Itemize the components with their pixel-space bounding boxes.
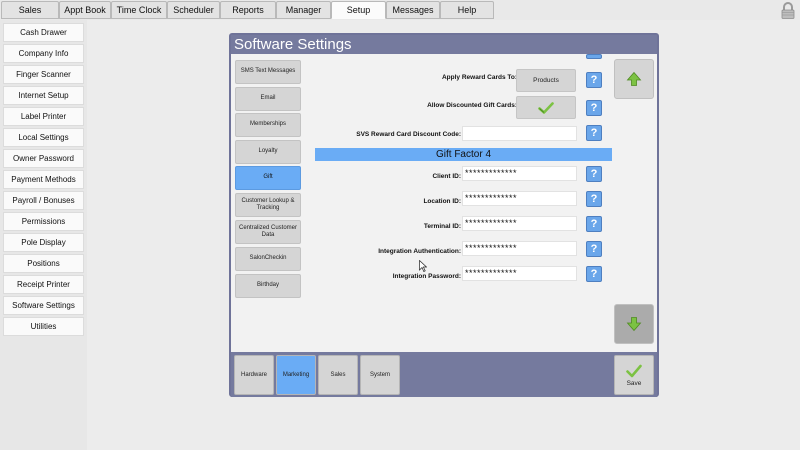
sidebar-item-payment-methods[interactable]: Payment Methods: [3, 170, 84, 189]
help-button[interactable]: ?: [586, 166, 602, 182]
question-mark-icon: ?: [590, 74, 598, 86]
sidebar-item-pole-display[interactable]: Pole Display: [3, 233, 84, 252]
tab-appt-book[interactable]: Appt Book: [59, 1, 111, 19]
category-gift[interactable]: Gift: [235, 166, 301, 190]
integration-password-label: Integration Password:: [392, 273, 461, 280]
bottom-tab-marketing[interactable]: Marketing: [276, 355, 316, 395]
bottom-tab-sales[interactable]: Sales: [318, 355, 358, 395]
help-button[interactable]: ?: [586, 266, 602, 282]
checkmark-icon: [538, 101, 554, 114]
question-mark-icon: ?: [590, 243, 598, 255]
tab-setup[interactable]: Setup: [331, 1, 386, 19]
sidebar-item-positions[interactable]: Positions: [3, 254, 84, 273]
sidebar-item-payroll-bonuses[interactable]: Payroll / Bonuses: [3, 191, 84, 210]
sidebar-item-company-info[interactable]: Company Info: [3, 44, 84, 63]
integration-password-input[interactable]: *************: [462, 266, 577, 281]
scroll-up-button[interactable]: [614, 59, 654, 99]
category-sms-text-messages[interactable]: SMS Text Messages: [235, 60, 301, 84]
software-settings-dialog: Software Settings SMS Text Messages Emai…: [229, 33, 659, 397]
dialog-title: Software Settings: [231, 35, 657, 54]
location-id-input[interactable]: *************: [462, 191, 577, 206]
gift-factor-section-header: Gift Factor 4: [315, 148, 612, 161]
checkmark-icon: [626, 364, 642, 377]
tab-time-clock[interactable]: Time Clock: [111, 1, 167, 19]
integration-authentication-label: Integration Authentication:: [378, 248, 461, 255]
bottom-tab-hardware[interactable]: Hardware: [234, 355, 274, 395]
bottom-tab-system[interactable]: System: [360, 355, 400, 395]
help-button[interactable]: ?: [586, 191, 602, 207]
category-centralized-customer-data[interactable]: Centralized Customer Data: [235, 220, 301, 244]
dialog-body: SMS Text Messages Email Memberships Loya…: [231, 54, 657, 352]
tab-sales[interactable]: Sales: [1, 1, 59, 19]
lock-icon[interactable]: [780, 2, 796, 19]
sidebar-item-software-settings[interactable]: Software Settings: [3, 296, 84, 315]
question-mark-icon: ?: [590, 168, 598, 180]
allow-discounted-gift-cards-toggle[interactable]: [516, 96, 576, 119]
dialog-bottom-bar: Hardware Marketing Sales System Save: [231, 352, 657, 397]
apply-reward-cards-select[interactable]: Products: [516, 69, 576, 92]
help-button[interactable]: [586, 54, 602, 59]
help-button[interactable]: ?: [586, 100, 602, 116]
arrow-up-icon: [626, 71, 642, 86]
help-button[interactable]: ?: [586, 125, 602, 141]
question-mark-icon: ?: [590, 127, 598, 139]
allow-discounted-gift-cards-label: Allow Discounted Gift Cards:: [427, 102, 517, 109]
category-email[interactable]: Email: [235, 87, 301, 111]
client-id-label: Client ID:: [432, 173, 461, 180]
apply-reward-cards-label: Apply Reward Cards To:: [441, 74, 517, 81]
scroll-down-button[interactable]: [614, 304, 654, 344]
tab-reports[interactable]: Reports: [220, 1, 276, 19]
sidebar-item-owner-password[interactable]: Owner Password: [3, 149, 84, 168]
tab-manager[interactable]: Manager: [276, 1, 331, 19]
tab-messages[interactable]: Messages: [386, 1, 440, 19]
tab-scheduler[interactable]: Scheduler: [167, 1, 220, 19]
sidebar-item-internet-setup[interactable]: Internet Setup: [3, 86, 84, 105]
location-id-label: Location ID:: [423, 198, 461, 205]
sidebar-item-local-settings[interactable]: Local Settings: [3, 128, 84, 147]
tab-help[interactable]: Help: [440, 1, 494, 19]
category-memberships[interactable]: Memberships: [235, 113, 301, 137]
question-mark-icon: ?: [590, 102, 598, 114]
help-button[interactable]: ?: [586, 216, 602, 232]
setup-sidebar: Cash Drawer Company Info Finger Scanner …: [0, 20, 87, 450]
sidebar-item-receipt-printer[interactable]: Receipt Printer: [3, 275, 84, 294]
client-id-input[interactable]: *************: [462, 166, 577, 181]
sidebar-item-finger-scanner[interactable]: Finger Scanner: [3, 65, 84, 84]
svs-discount-code-input[interactable]: [462, 126, 577, 141]
save-label: Save: [626, 379, 642, 387]
sidebar-item-cash-drawer[interactable]: Cash Drawer: [3, 23, 84, 42]
help-button[interactable]: ?: [586, 72, 602, 88]
save-button[interactable]: Save: [614, 355, 654, 395]
svs-discount-code-label: SVS Reward Card Discount Code:: [356, 131, 461, 138]
question-mark-icon: ?: [590, 193, 598, 205]
category-loyalty[interactable]: Loyalty: [235, 140, 301, 164]
integration-authentication-input[interactable]: *************: [462, 241, 577, 256]
category-saloncheckin[interactable]: SalonCheckin: [235, 247, 301, 271]
sidebar-item-label-printer[interactable]: Label Printer: [3, 107, 84, 126]
terminal-id-label: Terminal ID:: [423, 223, 461, 230]
category-birthday[interactable]: Birthday: [235, 274, 301, 298]
help-button[interactable]: ?: [586, 241, 602, 257]
arrow-down-icon: [626, 317, 642, 332]
category-customer-lookup-tracking[interactable]: Customer Lookup & Tracking: [235, 193, 301, 217]
mouse-cursor-icon: [419, 260, 427, 272]
question-mark-icon: ?: [590, 218, 598, 230]
sidebar-item-utilities[interactable]: Utilities: [3, 317, 84, 336]
sidebar-item-permissions[interactable]: Permissions: [3, 212, 84, 231]
terminal-id-input[interactable]: *************: [462, 216, 577, 231]
top-tab-bar: Sales Appt Book Time Clock Scheduler Rep…: [0, 0, 800, 20]
question-mark-icon: ?: [590, 268, 598, 280]
